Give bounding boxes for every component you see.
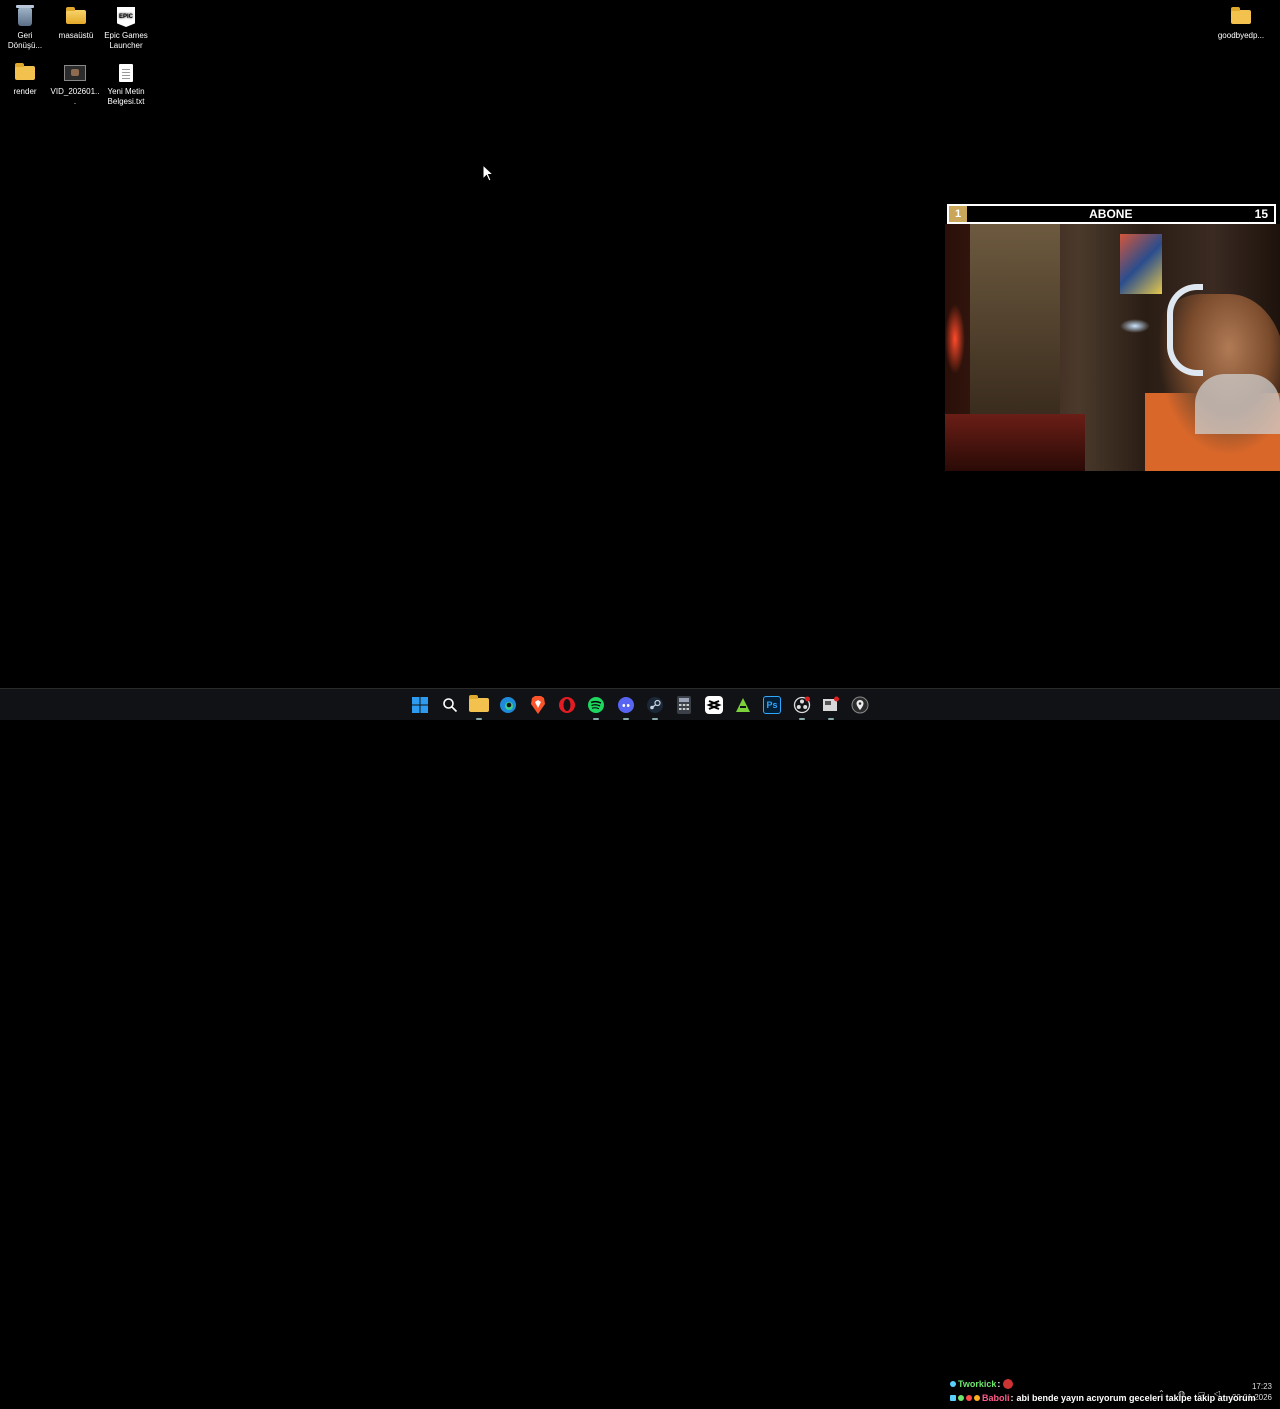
steam-icon[interactable] (645, 695, 665, 720)
windows-icon[interactable] (410, 695, 430, 715)
photoshop-icon[interactable]: Ps (762, 695, 782, 715)
calculator-icon[interactable] (674, 695, 694, 715)
chat-username: Baboli (982, 1393, 1010, 1403)
capcut-icon[interactable] (704, 695, 724, 715)
badge-icon (950, 1395, 956, 1401)
text-file-icon (115, 62, 137, 84)
chat-separator: : (997, 1379, 1001, 1389)
stream-chat-overlay: Tworkick : Baboli : abi bende yayın acıy… (950, 1377, 1280, 1409)
desktop-icon-label: goodbyedp... (1217, 31, 1265, 40)
chat-username: Tworkick (958, 1379, 997, 1389)
folder-icon (65, 6, 87, 28)
goal-progress-fill: 1 (949, 206, 967, 222)
desktop-icon-video[interactable]: VID_202601... (50, 62, 100, 107)
brave-icon[interactable] (528, 695, 548, 715)
snipping-icon[interactable] (821, 695, 841, 720)
badge-icon (974, 1395, 980, 1401)
desktop-icon-label: Yeni Metin Belgesi.txt (107, 87, 145, 106)
webcam-feed (945, 224, 1280, 471)
goal-label: ABONE (1089, 207, 1133, 221)
folder-icon (1230, 6, 1252, 28)
subscriber-goal-bar: 1 ABONE 15 (947, 204, 1276, 224)
taskbar: Ps ⌃ ◍ ▭ ◁ 17:23 20.01.2026 Tworkick : B… (0, 688, 1280, 1403)
desktop-icon-text-file[interactable]: Yeni Metin Belgesi.txt (101, 62, 151, 107)
desktop-icon-epic-games[interactable]: EPIC Epic Games Launcher (101, 6, 151, 51)
location-icon[interactable] (850, 695, 870, 715)
desktop-icon-masaustu[interactable]: masaüstü (51, 6, 101, 41)
discord-icon[interactable] (616, 695, 636, 720)
emote-icon (1003, 1379, 1014, 1389)
chat-message: Tworkick : (950, 1377, 1280, 1391)
desktop-icon-label: render (13, 87, 37, 96)
goal-target: 15 (1254, 207, 1268, 221)
epic-games-icon: EPIC (115, 6, 137, 28)
desktop-icon-goodbye-folder[interactable]: goodbyedp... (1216, 6, 1266, 41)
chat-separator: : (1010, 1393, 1014, 1403)
folder-icon[interactable] (469, 695, 489, 720)
chat-message: Baboli : abi bende yayın acıyorum gecele… (950, 1391, 1280, 1405)
badge-icon (950, 1381, 956, 1387)
spotify-icon[interactable] (586, 695, 606, 720)
desktop-icon-label: Epic Games Launcher (104, 31, 148, 50)
folder-icon (14, 62, 36, 84)
badge-icon (966, 1395, 972, 1401)
opera-icon[interactable] (557, 695, 577, 715)
badge-icon (958, 1395, 964, 1401)
desktop-icon-render[interactable]: render (0, 62, 50, 97)
search-icon[interactable] (440, 695, 460, 715)
obs-icon[interactable] (792, 695, 812, 720)
video-file-icon (64, 62, 86, 84)
edge-icon[interactable] (498, 695, 518, 715)
desktop-icon-label: Geri Dönüşü... (7, 31, 43, 50)
desktop-icon-label: VID_202601... (50, 87, 100, 106)
green-app-icon[interactable] (733, 695, 753, 715)
desktop-icon-recycle-bin[interactable]: Geri Dönüşü... (0, 5, 50, 51)
desktop-icon-label: masaüstü (58, 31, 94, 40)
desktop[interactable]: Geri Dönüşü... masaüstü EPIC Epic Games … (0, 0, 1280, 688)
chat-text: abi bende yayın acıyorum geceleri takipe… (1016, 1393, 1256, 1403)
recycle-bin-icon (14, 5, 36, 28)
